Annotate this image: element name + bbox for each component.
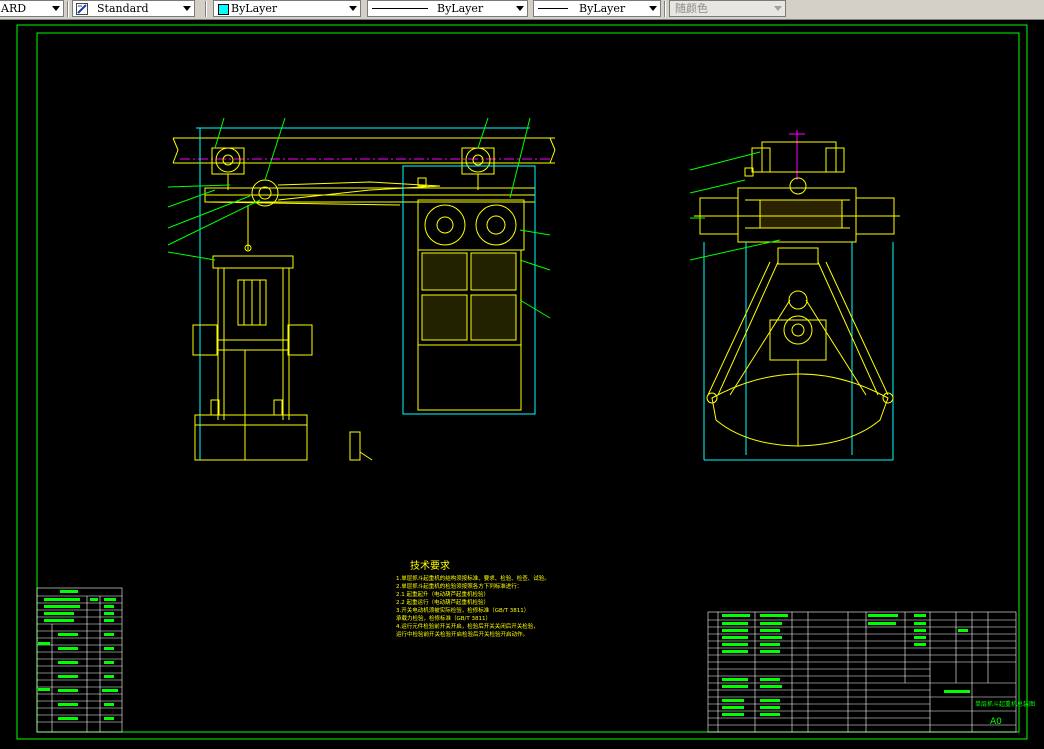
layer-dropdown[interactable]: ByLayer [213,0,361,17]
text-style-value: ARD [1,2,27,15]
note-line: 运行中检验前开关检验开启检验后开关检验开启动作。 [396,630,528,638]
plot-style-dropdown[interactable]: 随颜色 [669,0,786,17]
plot-style-value: 随颜色 [675,2,708,15]
drawing-name: 单层抓斗起重机总装图 [975,700,1035,708]
layer-color-swatch [218,4,229,15]
lineweight-sample [538,8,568,9]
chevron-down-icon[interactable] [183,6,191,11]
note-line: 2.1 起重起升（电动葫芦起重机检验） [396,590,489,598]
parameter-table [36,587,123,733]
toolbar-separator [67,1,69,17]
lineweight-value: ByLayer [579,2,626,15]
notes-title: 技术要求 [410,559,450,572]
toolbar-separator [205,1,207,17]
dimension-style-dropdown[interactable]: Standard [72,0,195,17]
note-line: 3.开关电动机须被实际检验，检修标准（GB/T 3811） [396,606,529,614]
drawing-canvas[interactable]: 技术要求 1.单层抓斗起重机的结构须按标准、要求、检验、检查、试验。 2.单层抓… [0,20,1044,745]
note-line: 1.单层抓斗起重机的结构须按标准、要求、检验、检查、试验。 [396,574,550,582]
note-line: 4.运行元件检验前开关开启，检验后开关关闭后开关检验， [396,622,539,630]
note-line: 2.2 起重运行（电动葫芦起重机检验） [396,598,489,606]
text-style-dropdown[interactable]: ARD [0,0,64,17]
chevron-down-icon[interactable] [52,6,60,11]
parameter-table-text [38,590,118,720]
chevron-down-icon[interactable] [774,6,782,11]
toolbar-separator [664,1,666,17]
lineweight-dropdown[interactable]: ByLayer [533,0,661,17]
side-view[interactable] [689,130,900,461]
title-block-text [722,614,970,716]
layer-value: ByLayer [231,2,278,15]
cad-drawing[interactable]: 技术要求 1.单层抓斗起重机的结构须按标准、要求、检验、检查、试验。 2.单层抓… [0,20,1044,745]
chevron-down-icon[interactable] [516,6,524,11]
dimension-style-icon [76,3,88,15]
front-view[interactable] [167,117,556,461]
properties-toolbar: ARD Standard ByLayer ByLayer ByLayer 随颜色 [0,0,1044,20]
title-block [707,611,1017,733]
chevron-down-icon[interactable] [349,6,357,11]
note-line: 承载力检验，检修标准（GB/T 3811） [396,614,491,622]
linetype-sample [372,8,428,9]
note-line: 2.单层抓斗起重机的检验须按照各方下列标准进行： [396,582,522,590]
linetype-dropdown[interactable]: ByLayer [367,0,528,17]
dimension-style-value: Standard [97,2,149,15]
sheet-size: A0 [990,717,1002,727]
linetype-value: ByLayer [437,2,484,15]
technical-notes: 技术要求 1.单层抓斗起重机的结构须按标准、要求、检验、检查、试验。 2.单层抓… [396,559,550,638]
chevron-down-icon[interactable] [649,6,657,11]
